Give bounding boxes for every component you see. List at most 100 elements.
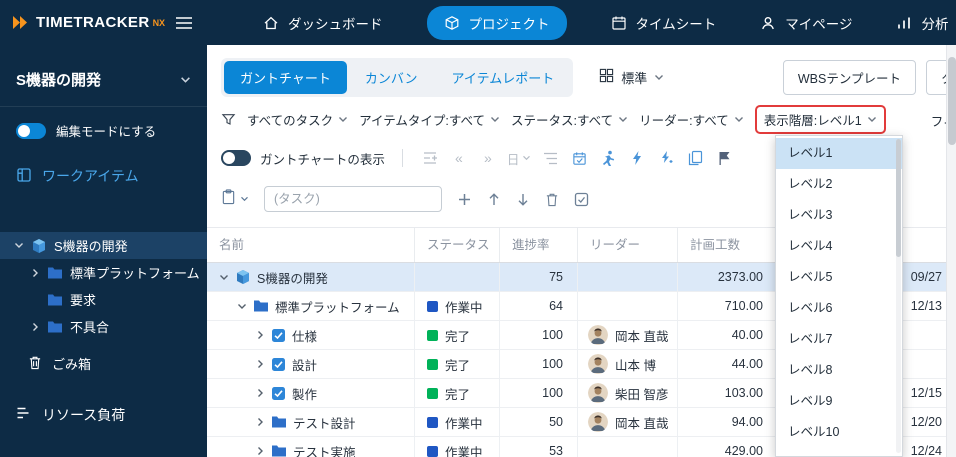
chevron-right-icon[interactable] — [255, 330, 265, 340]
dropdown-option[interactable]: レベル6 — [776, 293, 902, 324]
tree-item[interactable]: 要求 — [0, 286, 207, 313]
nav-item-mypage[interactable]: マイページ — [760, 13, 852, 33]
tree-item[interactable]: 不具合 — [0, 313, 207, 340]
gantt-visibility-toggle[interactable] — [221, 150, 251, 166]
filter-funnel-icon[interactable] — [221, 112, 236, 127]
move-up-icon[interactable] — [487, 192, 501, 207]
collapse-rows-icon[interactable] — [420, 151, 440, 165]
tab-kanban[interactable]: カンバン — [349, 61, 434, 94]
dropdown-scrollbar[interactable] — [896, 139, 901, 453]
copy-plan-icon[interactable] — [685, 150, 705, 166]
dropdown-option[interactable]: レベル9 — [776, 386, 902, 417]
jump-end-icon[interactable]: » — [478, 151, 498, 165]
nav-item-timesheet[interactable]: タイムシート — [611, 13, 717, 33]
calendar-icon — [611, 15, 627, 31]
status-label: 完了 — [445, 326, 470, 345]
planned-hours-cell: 40.00 — [678, 321, 778, 349]
tree-item[interactable]: 標準プラットフォーム — [0, 259, 207, 286]
status-label: 作業中 — [445, 442, 483, 457]
filter-status[interactable]: ステータス:すべて — [511, 110, 628, 129]
outline-icon[interactable] — [540, 150, 560, 166]
nav-item-dashboard[interactable]: ダッシュボード — [263, 13, 383, 33]
status-cell: 完了 — [415, 350, 500, 378]
status-color-swatch — [427, 388, 438, 399]
nav-label: マイページ — [785, 13, 852, 33]
nav-item-analysis[interactable]: 分析 — [896, 13, 948, 33]
dropdown-option[interactable]: レベル10 — [776, 417, 902, 448]
chevron-right-icon[interactable] — [255, 417, 265, 427]
paste-dropdown[interactable] — [221, 189, 249, 210]
chevron-right-icon[interactable] — [255, 446, 265, 456]
chevron-right-icon[interactable] — [255, 388, 265, 398]
delete-icon[interactable] — [545, 192, 559, 207]
column-header-name[interactable]: 名前 — [207, 228, 415, 262]
sidebar-item-resource-load[interactable]: リソース負荷 — [0, 401, 207, 428]
chevron-right-icon[interactable] — [30, 268, 40, 278]
milestone-icon[interactable] — [714, 150, 734, 166]
status-label: 作業中 — [445, 297, 483, 316]
status-label: 完了 — [445, 384, 470, 403]
folder-icon — [253, 299, 269, 313]
filter-item-type[interactable]: アイテムタイプ:すべて — [359, 110, 500, 129]
folder-icon — [271, 415, 287, 429]
column-header-leader[interactable]: リーダー — [578, 228, 678, 262]
chevron-right-icon[interactable] — [30, 322, 40, 332]
task-icon — [271, 328, 286, 343]
jump-start-icon[interactable]: « — [449, 151, 469, 165]
sidebar-item-work-items[interactable]: ワークアイテム — [0, 154, 207, 198]
column-header-progress[interactable]: 進捗率 — [500, 228, 578, 262]
dropdown-option[interactable]: レベル5 — [776, 262, 902, 293]
nav-item-project[interactable]: プロジェクト — [427, 6, 567, 40]
schedule-icon[interactable] — [569, 150, 589, 166]
scrollbar-thumb[interactable] — [948, 57, 956, 145]
task-name-cell: テスト実施 — [207, 437, 415, 457]
progress-cell: 53 — [500, 437, 578, 457]
filter-display-level[interactable]: 表示階層:レベル1 — [764, 110, 877, 129]
task-name-cell: S機器の開発 — [207, 263, 415, 291]
sidebar-item-trash[interactable]: ごみ箱 — [0, 350, 207, 377]
progress-cell: 75 — [500, 263, 578, 291]
dropdown-option[interactable]: レベル4 — [776, 231, 902, 262]
chevron-down-icon[interactable] — [14, 242, 24, 249]
add-icon[interactable] — [457, 192, 472, 207]
select-tasks-icon[interactable] — [574, 192, 589, 207]
filter-task[interactable]: すべてのタスク — [247, 110, 348, 129]
move-down-icon[interactable] — [516, 192, 530, 207]
status-color-swatch — [427, 330, 438, 341]
chevron-down-icon[interactable] — [219, 274, 229, 281]
wbs-template-button[interactable]: WBSテンプレート — [783, 60, 916, 95]
vertical-scrollbar[interactable] — [946, 45, 956, 457]
project-switcher[interactable]: S機器の開発 — [0, 45, 207, 107]
logo-text: TIMETRACKER — [36, 14, 150, 31]
tab-gantt[interactable]: ガントチャート — [224, 61, 347, 94]
chevron-right-icon[interactable] — [255, 359, 265, 369]
dropdown-option[interactable]: レベル7 — [776, 324, 902, 355]
view-preset-label: 標準 — [621, 68, 647, 87]
dropdown-option[interactable]: レベル1 — [776, 138, 902, 169]
dropdown-option[interactable]: レベル2 — [776, 169, 902, 200]
tab-item-report[interactable]: アイテムレポート — [436, 61, 571, 94]
view-preset-dropdown[interactable]: 標準 — [599, 68, 664, 87]
auto-schedule-icon[interactable] — [627, 150, 647, 166]
edit-mode-toggle[interactable] — [16, 123, 46, 139]
nav-label: 分析 — [921, 13, 948, 33]
folder-icon — [271, 444, 287, 457]
recalculate-icon[interactable] — [656, 150, 676, 166]
dropdown-option[interactable]: レベル8 — [776, 355, 902, 386]
column-header-planned[interactable]: 計画工数 — [678, 228, 778, 262]
menu-icon[interactable] — [175, 16, 193, 30]
display-level-dropdown: レベル1レベル2レベル3レベル4レベル5レベル6レベル7レベル8レベル9レベル1… — [775, 135, 903, 457]
filter-leader[interactable]: リーダー:すべて — [639, 110, 744, 129]
chevron-down-icon — [180, 76, 191, 84]
status-color-swatch — [427, 301, 438, 312]
status-label: 作業中 — [445, 413, 483, 432]
new-task-input[interactable] — [264, 186, 442, 212]
time-scale-dropdown[interactable]: 日 — [507, 149, 532, 168]
dropdown-option[interactable]: レベル3 — [776, 200, 902, 231]
chevron-down-icon[interactable] — [237, 303, 247, 310]
column-header-status[interactable]: ステータス — [415, 228, 500, 262]
tree-item[interactable]: S機器の開発 — [0, 232, 207, 259]
planned-hours-cell: 2373.00 — [678, 263, 778, 291]
assign-member-icon[interactable] — [598, 150, 618, 166]
view-tab-bar: ガントチャートカンバンアイテムレポート 標準 WBSテンプレート クイック — [221, 57, 956, 97]
